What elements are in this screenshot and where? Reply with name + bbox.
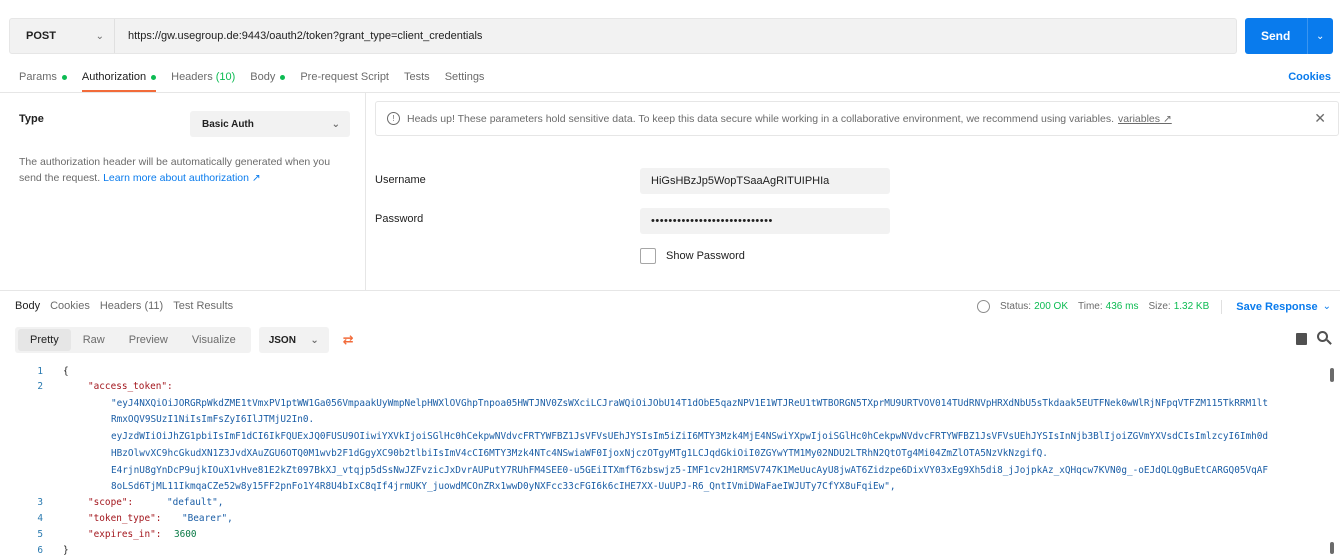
chevron-down-icon: ⌄ xyxy=(310,334,319,346)
tab-headers[interactable]: Headers (10) xyxy=(171,62,235,92)
response-tab-headers[interactable]: Headers (11) xyxy=(100,300,163,312)
status-label: Status: xyxy=(999,301,1032,312)
body-dot-icon xyxy=(280,74,286,80)
token-line: "eyJ4NXQiOiJORGRpWkdZME1tVmxPV1ptWW1Ga05… xyxy=(111,398,1269,409)
auth-type-value: Basic Auth xyxy=(202,118,254,130)
search-icon[interactable] xyxy=(1317,331,1328,342)
token-type-key: "token_type": xyxy=(88,513,162,524)
globe-icon[interactable] xyxy=(976,300,990,313)
format-value: JSON xyxy=(268,334,296,346)
username-label: Username xyxy=(375,174,426,186)
tab-body[interactable]: Body xyxy=(250,62,286,92)
sensitive-data-notice: ! Heads up! These parameters hold sensit… xyxy=(375,101,1339,136)
wrap-lines-icon[interactable]: ⇄ xyxy=(343,332,354,348)
size-value: 1.32 KB xyxy=(1173,301,1210,312)
size-label: Size: xyxy=(1148,301,1171,312)
learn-more-link[interactable]: Learn more about authorization ↗ xyxy=(103,172,261,184)
notice-text: Heads up! These parameters hold sensitiv… xyxy=(407,112,1114,125)
params-dot-icon xyxy=(61,74,67,80)
auth-help-text: The authorization header will be automat… xyxy=(19,154,349,186)
send-label: Send xyxy=(1261,29,1291,43)
line-number: 5 xyxy=(37,529,43,540)
response-tabs: Body Cookies Headers (11) Test Results S… xyxy=(0,290,1340,321)
send-options-chevron-icon[interactable]: ⌄ xyxy=(1307,18,1324,54)
request-url-bar: POST ⌄ https://gw.usegroup.de:9443/oauth… xyxy=(9,18,1237,54)
send-button[interactable]: Send ⌄ xyxy=(1245,18,1333,54)
line-number: 2 xyxy=(37,381,43,392)
tab-body-label: Body xyxy=(250,71,276,83)
show-password-checkbox[interactable] xyxy=(640,248,656,264)
view-tab-pretty[interactable]: Pretty xyxy=(18,329,71,351)
tab-params-label: Params xyxy=(19,71,57,83)
line-number: 1 xyxy=(37,366,43,377)
auth-type-panel: Type Basic Auth ⌄ The authorization head… xyxy=(0,92,366,290)
token-line: HBzOlwvXC9hcGkudXN1Z3JvdXAuZGU6OTQ0M1wvb… xyxy=(111,448,1048,459)
scope-value: "default", xyxy=(167,497,224,508)
view-tab-visualize[interactable]: Visualize xyxy=(180,329,248,351)
code-open-brace: { xyxy=(63,366,69,377)
chevron-down-icon: ⌄ xyxy=(95,30,104,42)
line-number: 6 xyxy=(37,545,43,556)
response-tab-cookies[interactable]: Cookies xyxy=(50,300,90,312)
copy-icon[interactable] xyxy=(1296,333,1307,345)
format-select[interactable]: JSON ⌄ xyxy=(258,327,329,353)
tab-settings[interactable]: Settings xyxy=(445,62,485,92)
cookies-link[interactable]: Cookies xyxy=(1288,62,1331,92)
token-line: E4rjnU8gYnDcP9ujkIOuX1vHve81E2kZt097BkXJ… xyxy=(111,465,1269,476)
tab-tests[interactable]: Tests xyxy=(404,62,430,92)
scrollbar[interactable] xyxy=(1330,542,1334,554)
response-tab-body[interactable]: Body xyxy=(15,300,40,312)
auth-fields-panel: ! Heads up! These parameters hold sensit… xyxy=(366,92,1340,290)
tab-authorization-label: Authorization xyxy=(81,71,147,83)
response-tab-test-results[interactable]: Test Results xyxy=(173,300,233,312)
authorization-dot-icon xyxy=(151,74,157,80)
line-number: 4 xyxy=(37,513,43,524)
tab-params[interactable]: Params xyxy=(19,62,67,92)
tab-authorization[interactable]: Authorization xyxy=(81,62,157,92)
save-response-button[interactable]: Save Response xyxy=(1236,301,1317,313)
headers-count: (10) xyxy=(215,71,236,83)
response-view-toolbar: Pretty Raw Preview Visualize JSON ⌄ ⇄ xyxy=(15,326,1333,354)
chevron-down-icon[interactable]: ⌄ xyxy=(1323,301,1331,312)
divider xyxy=(1221,299,1223,314)
password-input[interactable]: •••••••••••••••••••••••••••• xyxy=(640,208,890,234)
scope-key: "scope": xyxy=(88,497,134,508)
token-line: RmxOQV9SUzI1NiIsImFsZyI6IlJTMjU2In0. xyxy=(111,414,315,425)
access-token-key: "access_token": xyxy=(88,381,173,392)
time-label: Time: xyxy=(1078,301,1103,312)
view-tab-preview[interactable]: Preview xyxy=(117,329,180,351)
view-mode-tabs: Pretty Raw Preview Visualize xyxy=(15,327,251,353)
line-number: 3 xyxy=(37,497,43,508)
tab-headers-label: Headers xyxy=(171,71,213,83)
chevron-down-icon: ⌄ xyxy=(331,118,340,130)
info-icon: ! xyxy=(387,112,400,125)
time-value: 436 ms xyxy=(1105,301,1139,312)
method-select[interactable]: POST ⌄ xyxy=(10,19,115,53)
variables-link[interactable]: variables ↗ xyxy=(1118,113,1172,125)
expires-in-value: 3600 xyxy=(174,529,197,540)
close-icon[interactable]: ✕ xyxy=(1314,110,1326,127)
token-line: 8oLSd6TjML11IkmqaCZe52w8y15FF2pnFo1Y4R8U… xyxy=(111,481,896,492)
response-body-code: 1 { 2 "access_token": "eyJ4NXQiOiJORGRpW… xyxy=(0,366,1340,556)
request-tabs: Params Authorization Headers (10) Body Pr… xyxy=(0,62,1340,92)
view-tab-raw[interactable]: Raw xyxy=(71,329,117,351)
status-value: 200 OK xyxy=(1034,301,1069,312)
token-line: eyJzdWIiOiJhZG1pbiIsImF1dCI6IkFQUExJQ0FU… xyxy=(111,431,1269,442)
scrollbar[interactable] xyxy=(1330,368,1334,382)
auth-type-select[interactable]: Basic Auth ⌄ xyxy=(190,111,350,137)
url-input[interactable]: https://gw.usegroup.de:9443/oauth2/token… xyxy=(115,19,1236,53)
tab-prerequest-script[interactable]: Pre-request Script xyxy=(300,62,389,92)
method-label: POST xyxy=(26,30,56,42)
username-input[interactable]: HiGsHBzJp5WopTSaaAgRITUIPHIa xyxy=(640,168,890,194)
response-status-bar: Status: 200 OK Time: 436 ms Size: 1.32 K… xyxy=(976,291,1331,322)
password-label: Password xyxy=(375,213,424,225)
show-password-toggle[interactable]: Show Password xyxy=(640,248,745,264)
auth-type-label: Type xyxy=(19,113,44,125)
code-close-brace: } xyxy=(63,545,69,556)
show-password-label: Show Password xyxy=(666,250,745,262)
token-type-value: "Bearer", xyxy=(182,513,233,524)
expires-in-key: "expires_in": xyxy=(88,529,162,540)
